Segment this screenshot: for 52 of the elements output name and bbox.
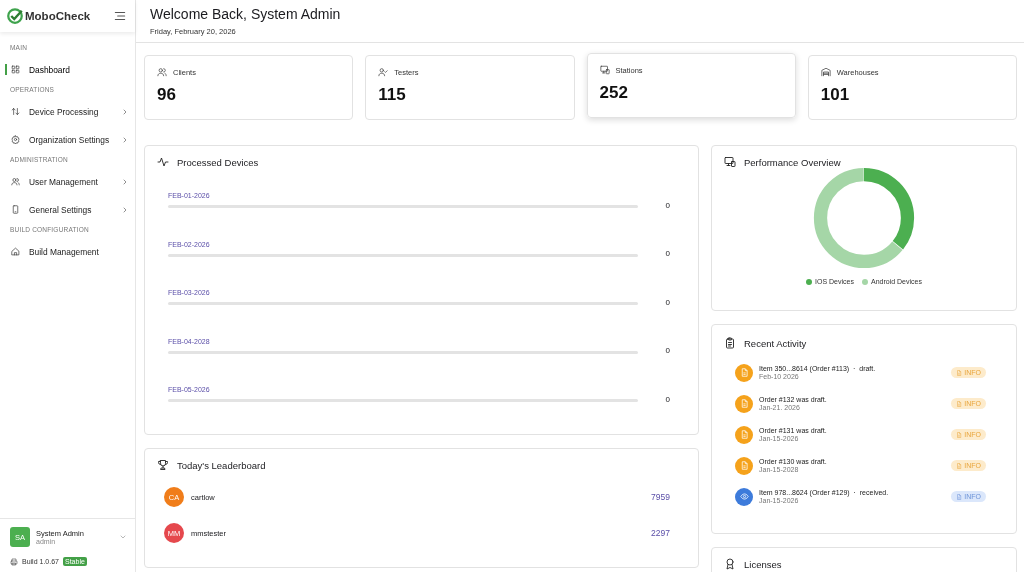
clipboard-icon [724, 337, 736, 349]
chevron-down-icon [119, 533, 127, 541]
users-icon [157, 67, 167, 77]
chevron-icon [121, 177, 129, 186]
card-title: Processed Devices [177, 156, 259, 168]
check-logo-icon [6, 7, 24, 25]
device-count: 0 [664, 394, 670, 404]
card-title: Today's Leaderboard [177, 459, 266, 471]
house-icon [11, 247, 20, 256]
card-title: Licenses [744, 558, 782, 570]
stat-value: 101 [820, 85, 851, 105]
nav-item[interactable]: General Settings [0, 196, 135, 223]
document-badge-icon [735, 363, 753, 382]
nav-item[interactable]: Device Processing [0, 98, 135, 125]
users-icon [11, 177, 20, 186]
sort-arrows-icon [11, 107, 20, 116]
menu-button[interactable] [113, 9, 127, 23]
document-badge-icon [735, 394, 753, 413]
card-title: Recent Activity [744, 337, 807, 349]
page-title: Welcome Back, System Admin [150, 6, 342, 22]
grid-icon [11, 65, 20, 74]
score: 7959 [651, 492, 670, 502]
device-count: 0 [664, 346, 670, 356]
score: 2297 [651, 528, 670, 538]
card-title: Performance Overview [744, 156, 841, 168]
device-count: 0 [664, 200, 670, 210]
nav-item[interactable]: Build Management [0, 238, 135, 265]
eye-badge-icon [735, 487, 753, 506]
gear-icon [11, 135, 20, 144]
stat-value: 252 [599, 83, 629, 103]
trophy-icon [157, 459, 169, 471]
device-count: 0 [664, 297, 670, 307]
devices-icon [724, 156, 736, 168]
devices-icon [599, 65, 610, 75]
award-icon [724, 558, 736, 570]
chevron-icon [121, 135, 129, 144]
stat-value: 115 [378, 85, 407, 105]
phone-icon [11, 205, 20, 214]
brand-name: MoboCheck [25, 10, 91, 22]
nav-item[interactable]: Dashboard [0, 56, 135, 83]
chevron-icon [121, 205, 129, 214]
activity-pulse-icon [157, 156, 169, 168]
menu-icon [113, 9, 127, 23]
chevron-icon [121, 107, 129, 116]
document-badge-icon [735, 456, 753, 475]
device-count: 0 [664, 249, 670, 259]
nav-item[interactable]: Organization Settings [0, 126, 135, 153]
warehouse-icon [820, 67, 831, 77]
stat-value: 96 [157, 85, 177, 105]
user-check-icon [378, 67, 389, 77]
nav-item[interactable]: User Management [0, 168, 135, 195]
document-badge-icon [735, 425, 753, 444]
